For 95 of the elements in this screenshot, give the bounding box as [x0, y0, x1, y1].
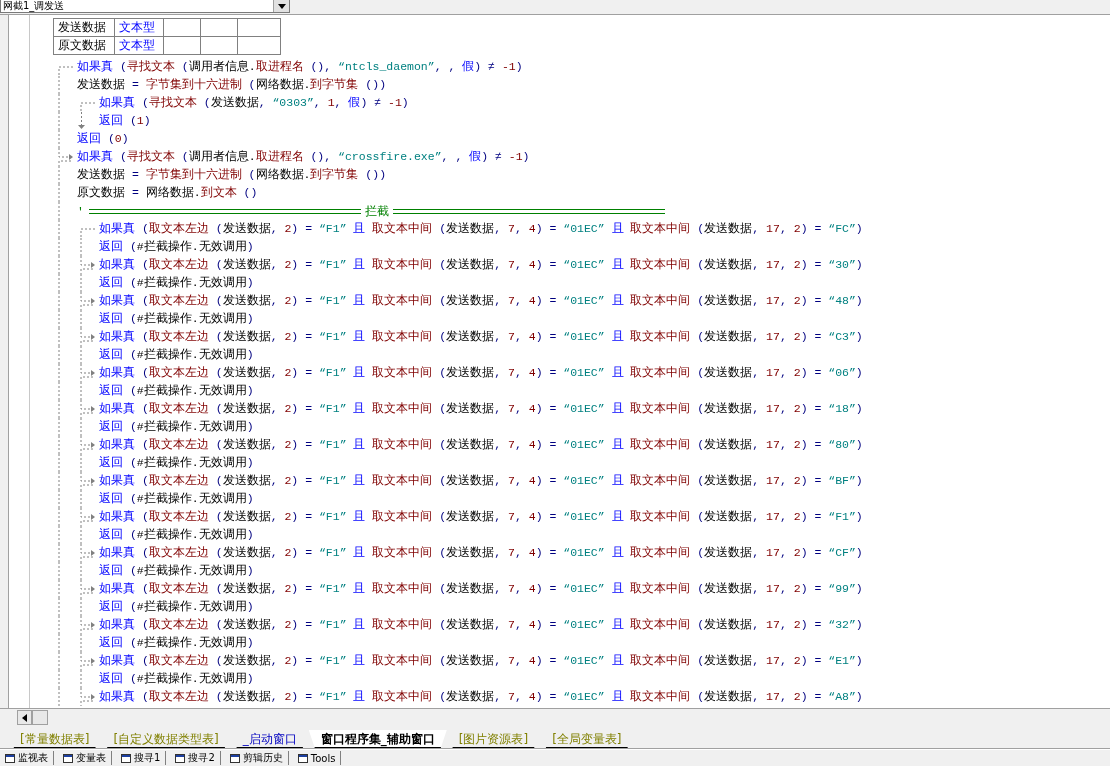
window-icon	[63, 753, 73, 763]
code-line: 如果真 (取文本左边 (发送数据, 2) = “F1” 且 取文本中间 (发送数据, 7, 4) = “01EC” 且 取文本中间 (发送数据, 17, 2) = “F1”)	[99, 509, 863, 525]
procedure-dropdown[interactable]: 网截1_调发送	[0, 0, 290, 13]
flow-arrow	[80, 508, 96, 526]
code-line: 返回 (#拦截操作.无效调用)	[99, 419, 254, 435]
table-cell: 文本型	[114, 18, 164, 37]
caret-icon	[277, 3, 286, 9]
code-line: 返回 (1)	[99, 113, 151, 129]
code-line: 原文数据 = 网络数据.到文本 ()	[77, 185, 258, 201]
flow-arrow	[80, 436, 96, 454]
dropdown-button[interactable]	[273, 0, 289, 12]
flow-line	[80, 346, 82, 364]
code-line: 发送数据 = 字节集到十六进制 (网络数据.到字节集 ())	[77, 167, 387, 183]
code-line: 返回 (#拦截操作.无效调用)	[99, 671, 254, 687]
flow-line	[80, 526, 82, 544]
code-line: 如果真 (寻找文本 (调用者信息.取进程名 (), “crossfire.exe”, , 假) ≠ -1)	[77, 149, 530, 165]
code-line: 返回 (#拦截操作.无效调用)	[99, 527, 254, 543]
code-line: 返回 (#拦截操作.无效调用)	[99, 563, 254, 579]
table-cell: 发送数据	[53, 18, 115, 37]
code-line: 如果真 (取文本左边 (发送数据, 2) = “F1” 且 取文本中间 (发送数据, 7, 4) = “01EC” 且 取文本中间 (发送数据, 17, 2) = “BF”)	[99, 473, 863, 489]
panel-tab-label: 监视表	[18, 751, 48, 765]
scroll-left-button[interactable]	[17, 710, 32, 725]
panel-tab-label: 搜寻2	[188, 751, 215, 765]
panel-tab-label: Tools	[310, 752, 336, 764]
code-line: 如果真 (取文本左边 (发送数据, 2) = “F1” 且 取文本中间 (发送数据, 7, 4) = “01EC” 且 取文本中间 (发送数据, 17, 2) = “CF”)	[99, 545, 863, 561]
panel-tab-label: 剪辑历史	[242, 751, 283, 765]
flow-arrow	[80, 472, 96, 490]
panel-tab[interactable]: 监视表	[0, 751, 54, 765]
flow-arrow	[80, 580, 96, 598]
flow-arrow	[80, 364, 96, 382]
code-line: 如果真 (取文本左边 (发送数据, 2) = “F1” 且 取文本中间 (发送数据, 7, 4) = “01EC” 且 取文本中间 (发送数据, 17, 2) = “FC”)	[99, 221, 863, 237]
table-cell: 文本型	[114, 36, 164, 55]
window-icon	[121, 753, 131, 763]
flow-line	[80, 310, 82, 328]
flow-line	[80, 102, 95, 112]
flow-arrow	[58, 148, 74, 166]
code-line: 如果真 (取文本左边 (发送数据, 2) = “F1” 且 取文本中间 (发送数据, 7, 4) = “01EC” 且 取文本中间 (发送数据, 17, 2) = “32”)	[99, 617, 863, 633]
flow-line	[80, 670, 82, 688]
code-line: 返回 (#拦截操作.无效调用)	[99, 239, 254, 255]
flow-arrow	[80, 688, 96, 706]
code-line: 返回 (#拦截操作.无效调用)	[99, 635, 254, 651]
code-line: 返回 (#拦截操作.无效调用)	[99, 383, 254, 399]
flow-arrow	[80, 256, 96, 274]
scroll-thumb[interactable]	[32, 710, 48, 725]
panel-tab[interactable]: 变量表	[58, 751, 112, 765]
code-line: 返回 (#拦截操作.无效调用)	[99, 347, 254, 363]
comment-mark: '	[77, 204, 85, 218]
code-line: 返回 (#拦截操作.无效调用)	[99, 455, 254, 471]
flow-line	[80, 634, 82, 652]
code-line: 如果真 (寻找文本 (调用者信息.取进程名 (), “ntcls_daemon”, , 假) ≠ -1)	[77, 59, 523, 75]
code-line: 返回 (#拦截操作.无效调用)	[99, 311, 254, 327]
panel-tab[interactable]: 搜寻2	[170, 751, 221, 765]
panel-tab[interactable]: Tools	[292, 751, 342, 765]
window-icon	[5, 753, 15, 763]
flow-arrow	[80, 400, 96, 418]
code-line: 返回 (#拦截操作.无效调用)	[99, 491, 254, 507]
panel-tab-label: 搜寻1	[134, 751, 161, 765]
panel-tab-label: 变量表	[76, 751, 106, 765]
flow-arrow	[80, 328, 96, 346]
flow-line	[80, 274, 82, 292]
flow-line	[80, 454, 82, 472]
flow-line	[80, 382, 82, 400]
flow-arrow	[77, 112, 85, 129]
code-line: 如果真 (取文本左边 (发送数据, 2) = “F1” 且 取文本中间 (发送数据, 7, 4) = “01EC” 且 取文本中间 (发送数据, 17, 2) = “99”)	[99, 581, 863, 597]
flow-line	[80, 490, 82, 508]
flow-arrow	[80, 652, 96, 670]
code-line: 如果真 (寻找文本 (发送数据, “0303”, 1, 假) ≠ -1)	[99, 95, 409, 111]
flow-arrow	[80, 292, 96, 310]
flow-arrow	[80, 616, 96, 634]
panel-tab[interactable]: 剪辑历史	[224, 751, 289, 765]
code-line: 返回 (#拦截操作.无效调用)	[99, 275, 254, 291]
code-line: 如果真 (取文本左边 (发送数据, 2) = “F1” 且 取文本中间 (发送数据, 7, 4) = “01EC” 且 取文本中间 (发送数据, 17, 2) = “30”)	[99, 257, 863, 273]
code-line: 如果真 (取文本左边 (发送数据, 2) = “F1” 且 取文本中间 (发送数据, 7, 4) = “01EC” 且 取文本中间 (发送数据, 17, 2) = “18”)	[99, 401, 863, 417]
code-line: 如果真 (取文本左边 (发送数据, 2) = “F1” 且 取文本中间 (发送数据, 7, 4) = “01EC” 且 取文本中间 (发送数据, 17, 2) = “80”)	[99, 437, 863, 453]
code-line: 如果真 (取文本左边 (发送数据, 2) = “F1” 且 取文本中间 (发送数据, 7, 4) = “01EC” 且 取文本中间 (发送数据, 17, 2) = “48”)	[99, 293, 863, 309]
code-line: 返回 (0)	[77, 131, 129, 147]
panel-tab[interactable]: 搜寻1	[116, 751, 167, 765]
editor-tab[interactable]: 窗口程序集_辅助窗口	[308, 730, 447, 748]
table-cell: 原文数据	[53, 36, 115, 55]
flow-line	[80, 418, 82, 436]
horizontal-scrollbar[interactable]	[0, 708, 1110, 726]
code-line: 发送数据 = 字节集到十六进制 (网络数据.到字节集 ())	[77, 77, 387, 93]
code-line: 如果真 (取文本左边 (发送数据, 2) = “F1” 且 取文本中间 (发送数据, 7, 4) = “01EC” 且 取文本中间 (发送数据, 17, 2) = “E1”)	[99, 653, 863, 669]
code-line: 如果真 (取文本左边 (发送数据, 2) = “F1” 且 取文本中间 (发送数据, 7, 4) = “01EC” 且 取文本中间 (发送数据, 17, 2) = “06”)	[99, 365, 863, 381]
code-line: 如果真 (取文本左边 (发送数据, 2) = “F1” 且 取文本中间 (发送数据, 7, 4) = “01EC” 且 取文本中间 (发送数据, 17, 2) = “A8”)	[99, 689, 863, 705]
flow-arrow	[80, 544, 96, 562]
code-line: 返回 (#拦截操作.无效调用)	[99, 599, 254, 615]
left-arrow-icon	[22, 713, 27, 722]
comment-label: 拦截	[364, 203, 390, 219]
flow-line	[80, 598, 82, 616]
window-icon	[297, 753, 308, 763]
code-line: 如果真 (取文本左边 (发送数据, 2) = “F1” 且 取文本中间 (发送数据, 7, 4) = “01EC” 且 取文本中间 (发送数据, 17, 2) = “C3”)	[99, 329, 863, 345]
flow-line	[80, 562, 82, 580]
window-icon	[175, 753, 186, 763]
window-icon	[229, 753, 240, 763]
